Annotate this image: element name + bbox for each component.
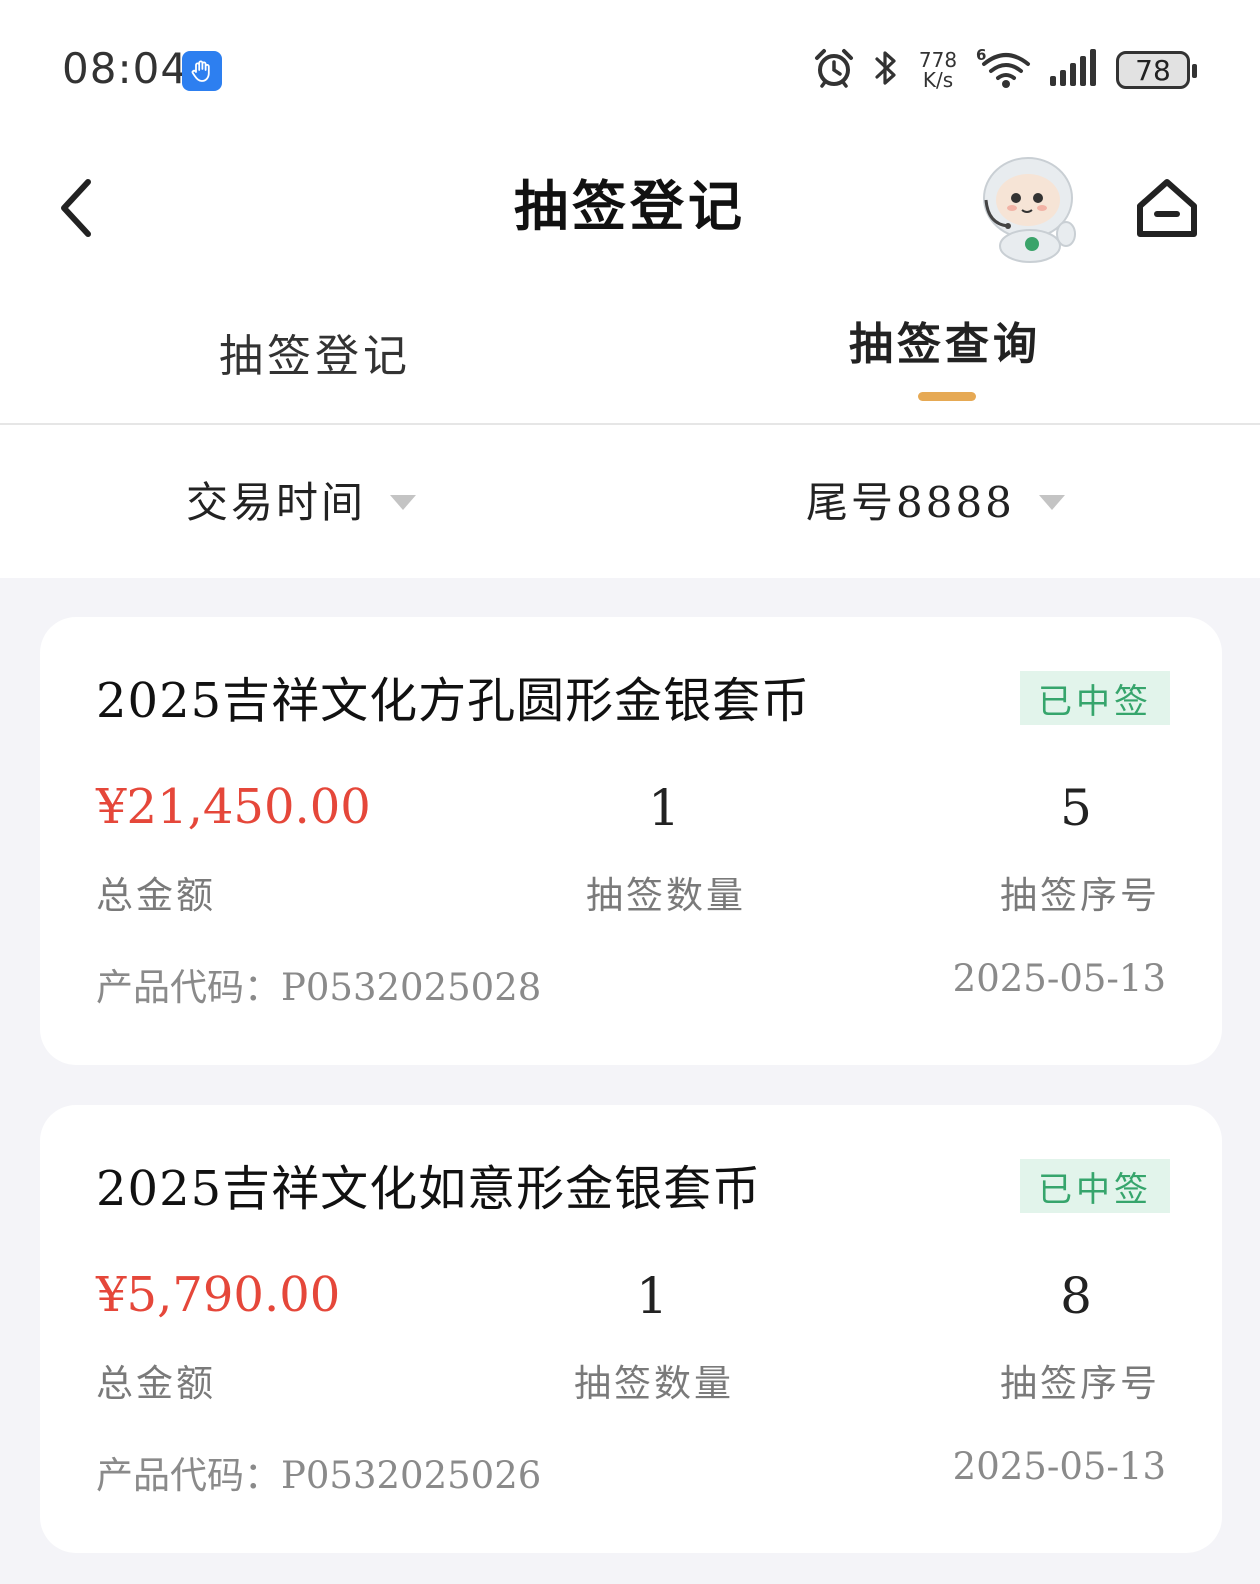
network-speed-unit: K/s — [922, 68, 954, 92]
caret-down-icon — [390, 495, 417, 510]
lottery-sequence-value: 5 — [1060, 779, 1092, 837]
bluetooth-icon — [872, 47, 900, 93]
battery-icon: 78 — [1116, 51, 1197, 89]
tab-lottery-register[interactable]: 抽签登记 — [0, 280, 630, 425]
wifi-6-icon: 6 — [976, 46, 1032, 94]
status-badge: 已中签 — [1020, 1159, 1170, 1213]
home-icon[interactable] — [1132, 174, 1202, 244]
product-title: 2025吉祥文化方孔圆形金银套币 — [96, 673, 811, 729]
lottery-quantity-value: 1 — [636, 1267, 668, 1325]
status-bar: 08:04 778 K/s 6 78 — [0, 0, 1260, 130]
filter-account-tail[interactable]: 尾号8888 — [806, 469, 1065, 530]
lottery-record-card[interactable]: 2025吉祥文化如意形金银套币 已中签 ¥5,790.00 1 8 总金额 抽签… — [40, 1105, 1222, 1553]
total-amount-value: ¥5,790.00 — [96, 1267, 341, 1323]
robot-assistant-icon[interactable] — [972, 148, 1082, 263]
tab-lottery-query[interactable]: 抽签查询 — [630, 280, 1260, 425]
product-code-value: P0532025028 — [281, 966, 542, 1009]
product-code: 产品代码：P0532025026 — [96, 1445, 541, 1499]
tab-bar: 抽签登记 抽签查询 — [0, 280, 1260, 425]
lottery-quantity-value: 1 — [648, 779, 680, 837]
tab-label: 抽签登记 — [219, 331, 411, 382]
lottery-record-card[interactable]: 2025吉祥文化方孔圆形金银套币 已中签 ¥21,450.00 1 5 总金额 … — [40, 617, 1222, 1065]
lottery-sequence-value: 8 — [1060, 1267, 1092, 1325]
network-speed: 778 K/s — [916, 50, 960, 90]
record-date: 2025-05-13 — [952, 957, 1166, 1000]
lottery-quantity-label: 抽签数量 — [586, 874, 746, 917]
navigation-bar: 抽签登记 — [0, 130, 1260, 280]
product-title: 2025吉祥文化如意形金银套币 — [96, 1161, 762, 1217]
product-code-prefix: 产品代码： — [96, 966, 281, 1009]
status-badge: 已中签 — [1020, 671, 1170, 725]
status-icons: 778 K/s 6 78 — [812, 44, 1197, 96]
signal-icon — [1048, 48, 1100, 92]
alarm-icon — [812, 46, 856, 94]
product-code-value: P0532025026 — [281, 1454, 542, 1497]
tab-label: 抽签查询 — [849, 319, 1041, 370]
lottery-sequence-label: 抽签序号 — [1000, 1362, 1160, 1405]
lottery-quantity-label: 抽签数量 — [574, 1362, 734, 1405]
lottery-sequence-label: 抽签序号 — [1000, 874, 1160, 917]
filter-bar: 交易时间 尾号8888 — [0, 425, 1260, 578]
total-amount-label: 总金额 — [96, 874, 216, 917]
caret-down-icon — [1038, 495, 1065, 510]
battery-level: 78 — [1135, 53, 1171, 87]
total-amount-label: 总金额 — [96, 1362, 216, 1405]
product-code-prefix: 产品代码： — [96, 1454, 281, 1497]
filter-label: 尾号8888 — [806, 478, 1015, 527]
product-code: 产品代码：P0532025028 — [96, 957, 541, 1011]
active-tab-indicator — [918, 392, 976, 401]
status-time: 08:04 — [62, 44, 189, 93]
filter-label: 交易时间 — [186, 478, 367, 527]
app-notification-icon — [182, 51, 222, 91]
record-date: 2025-05-13 — [952, 1445, 1166, 1488]
filter-trade-time[interactable]: 交易时间 — [186, 469, 417, 530]
total-amount-value: ¥21,450.00 — [96, 779, 371, 835]
